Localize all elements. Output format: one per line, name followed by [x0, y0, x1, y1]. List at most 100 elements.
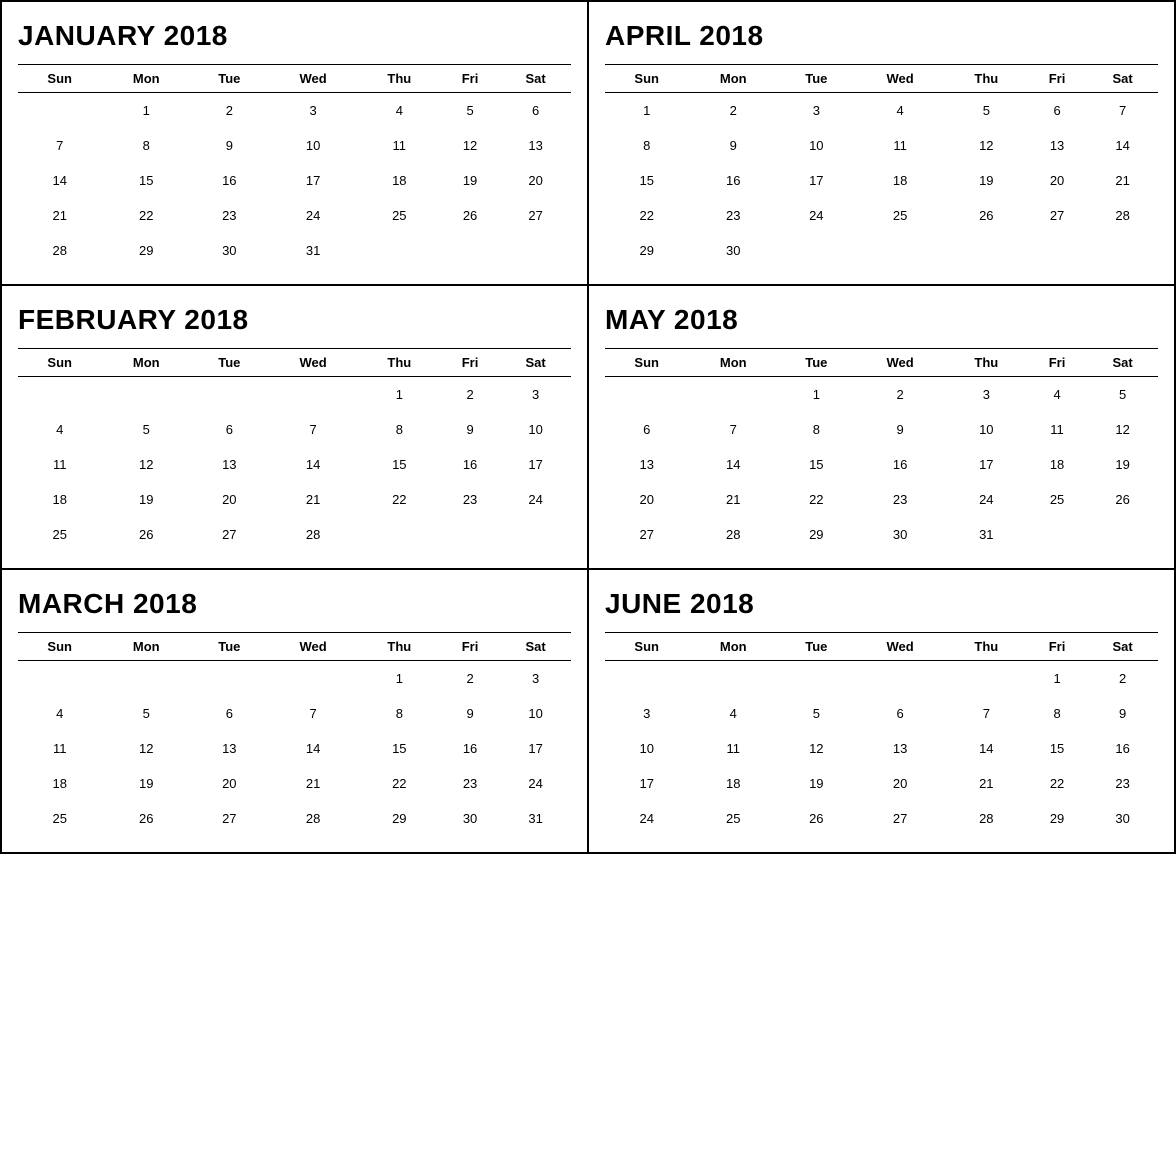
day-cell: 1 — [778, 377, 854, 413]
day-header: Sun — [605, 349, 688, 377]
day-cell: 9 — [688, 128, 778, 163]
day-cell: 9 — [440, 696, 500, 731]
day-cell: 15 — [778, 447, 854, 482]
day-header: Wed — [855, 65, 946, 93]
day-cell: 9 — [440, 412, 500, 447]
day-cell: 6 — [855, 696, 946, 731]
day-cell: 21 — [18, 198, 101, 233]
day-cell: 27 — [500, 198, 571, 233]
day-cell: 3 — [605, 696, 688, 731]
day-cell: 5 — [101, 696, 191, 731]
day-cell: 30 — [191, 233, 267, 268]
day-cell: 2 — [440, 661, 500, 697]
day-cell: 7 — [268, 412, 359, 447]
week-row: 123 — [18, 661, 571, 697]
day-cell: 25 — [18, 801, 101, 836]
month-title: JANUARY 2018 — [18, 20, 571, 52]
day-cell: 14 — [268, 731, 359, 766]
day-cell: 9 — [1087, 696, 1158, 731]
day-cell: 15 — [359, 447, 440, 482]
day-cell: 14 — [268, 447, 359, 482]
day-header: Thu — [946, 65, 1027, 93]
day-cell: 4 — [688, 696, 778, 731]
day-cell: 29 — [359, 801, 440, 836]
day-cell — [191, 661, 267, 697]
week-row: 18192021222324 — [18, 766, 571, 801]
day-header: Tue — [778, 349, 854, 377]
day-header: Wed — [855, 349, 946, 377]
day-header: Sun — [605, 65, 688, 93]
month-table: SunMonTueWedThuFriSat1234567891011121314… — [605, 348, 1158, 552]
day-cell: 10 — [605, 731, 688, 766]
day-cell: 10 — [946, 412, 1027, 447]
day-cell: 27 — [605, 517, 688, 552]
day-cell: 24 — [605, 801, 688, 836]
week-row: 21222324252627 — [18, 198, 571, 233]
week-row: 15161718192021 — [605, 163, 1158, 198]
day-cell: 1 — [101, 93, 191, 129]
day-cell: 27 — [1027, 198, 1087, 233]
day-header: Mon — [101, 349, 191, 377]
month-title: APRIL 2018 — [605, 20, 1158, 52]
day-cell: 16 — [688, 163, 778, 198]
day-cell: 15 — [1027, 731, 1087, 766]
day-header: Mon — [101, 633, 191, 661]
day-cell: 20 — [191, 482, 267, 517]
day-cell: 24 — [778, 198, 854, 233]
day-cell: 9 — [191, 128, 267, 163]
day-cell — [500, 233, 571, 268]
week-row: 6789101112 — [605, 412, 1158, 447]
day-cell: 7 — [268, 696, 359, 731]
day-cell: 19 — [778, 766, 854, 801]
day-cell: 5 — [101, 412, 191, 447]
day-cell — [268, 377, 359, 413]
day-cell: 18 — [855, 163, 946, 198]
day-cell — [18, 377, 101, 413]
day-cell — [440, 517, 500, 552]
day-cell: 5 — [778, 696, 854, 731]
day-cell: 4 — [18, 412, 101, 447]
day-header: Fri — [440, 633, 500, 661]
day-cell: 26 — [440, 198, 500, 233]
day-header: Mon — [688, 65, 778, 93]
week-row: 1234567 — [605, 93, 1158, 129]
day-cell: 8 — [605, 128, 688, 163]
week-row: 11121314151617 — [18, 447, 571, 482]
week-row: 10111213141516 — [605, 731, 1158, 766]
day-cell: 12 — [101, 731, 191, 766]
day-cell: 30 — [1087, 801, 1158, 836]
day-cell: 21 — [268, 482, 359, 517]
day-cell: 25 — [1027, 482, 1087, 517]
month-title: MARCH 2018 — [18, 588, 571, 620]
day-cell — [1087, 517, 1158, 552]
day-cell: 14 — [1087, 128, 1158, 163]
month-table: SunMonTueWedThuFriSat1234567891011121314… — [18, 348, 571, 552]
day-cell: 17 — [500, 731, 571, 766]
day-header: Wed — [268, 65, 359, 93]
day-cell: 27 — [191, 517, 267, 552]
day-cell: 26 — [101, 517, 191, 552]
week-row: 123456 — [18, 93, 571, 129]
day-header: Wed — [268, 349, 359, 377]
day-cell — [946, 233, 1027, 268]
day-cell: 7 — [946, 696, 1027, 731]
day-cell: 22 — [605, 198, 688, 233]
day-header: Mon — [688, 633, 778, 661]
month-block: APRIL 2018SunMonTueWedThuFriSat123456789… — [589, 2, 1176, 286]
day-cell: 3 — [946, 377, 1027, 413]
day-cell: 17 — [268, 163, 359, 198]
day-cell: 20 — [500, 163, 571, 198]
day-cell — [778, 233, 854, 268]
day-cell: 2 — [191, 93, 267, 129]
day-cell: 17 — [946, 447, 1027, 482]
day-cell — [1027, 233, 1087, 268]
day-cell — [500, 517, 571, 552]
day-header: Tue — [778, 633, 854, 661]
day-header: Mon — [101, 65, 191, 93]
day-cell — [855, 233, 946, 268]
week-row: 20212223242526 — [605, 482, 1158, 517]
day-cell — [855, 661, 946, 697]
day-cell — [688, 661, 778, 697]
day-cell: 23 — [855, 482, 946, 517]
day-cell: 16 — [191, 163, 267, 198]
